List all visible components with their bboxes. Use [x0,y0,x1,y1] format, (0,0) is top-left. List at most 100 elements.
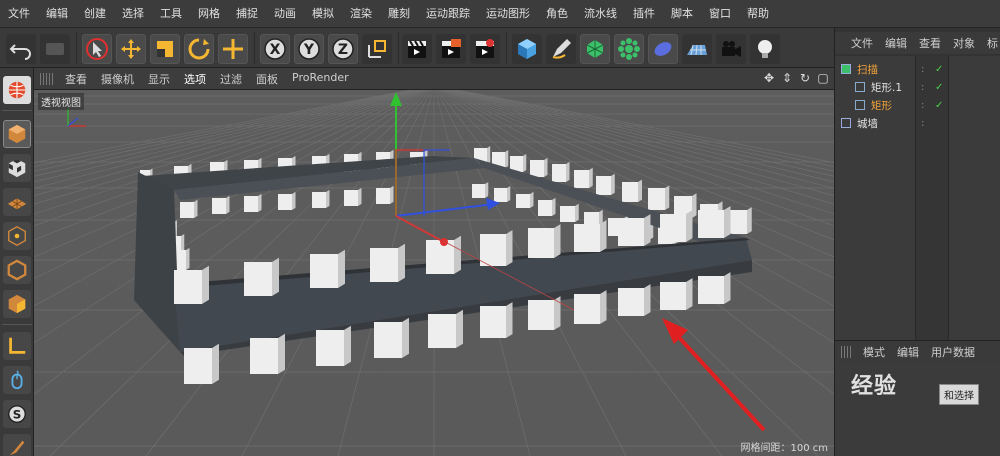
menu-item-17[interactable]: 窗口 [701,0,739,28]
edges-mode-button[interactable] [3,256,31,284]
object-name: 扫描 [857,63,878,76]
object-icon [841,64,851,74]
texture-mode-button[interactable] [3,154,31,182]
visibility-dots-icon[interactable]: : [921,118,924,129]
rotate-icon [188,38,210,60]
clapboard-icon [408,40,426,58]
menu-item-9[interactable]: 渲染 [342,0,380,28]
object-row[interactable]: 城墙: [835,114,1000,132]
attribute-manager-tab-1[interactable]: 编辑 [891,344,925,360]
object-manager-tab-4[interactable]: 标 [981,35,1000,51]
paint-tool-button[interactable] [3,434,31,456]
cloner-button[interactable] [614,34,644,64]
points-mode-button[interactable] [3,222,31,250]
menu-item-5[interactable]: 网格 [190,0,228,28]
wall-pillar [622,179,642,202]
menu-item-2[interactable]: 创建 [76,0,114,28]
pan-view-icon[interactable]: ✥ [762,71,776,85]
scene-canvas [34,90,834,456]
snap-s-icon: S [8,405,26,423]
menu-item-6[interactable]: 捕捉 [228,0,266,28]
model-mode-button[interactable] [3,120,31,148]
x-axis-lock-button[interactable]: X [260,34,290,64]
move-tool-button[interactable] [116,34,146,64]
attribute-manager-tab-2[interactable]: 用户数据 [925,344,981,360]
viewport-label: 透视视图 [38,93,84,110]
make-editable-button[interactable] [3,76,31,104]
object-manager-tab-0[interactable]: 文件 [845,35,879,51]
workplane-icon [7,198,27,210]
select-tool-button[interactable] [82,34,112,64]
viewport-menu-item-5[interactable]: 面板 [249,71,285,87]
menu-item-18[interactable]: 帮助 [739,0,777,28]
viewport-menu-item-0[interactable]: 查看 [58,71,94,87]
wall-pillar [596,173,615,195]
wall-pillar [552,161,570,182]
deformer-button[interactable] [648,34,678,64]
menu-item-15[interactable]: 插件 [625,0,663,28]
menu-item-13[interactable]: 角色 [538,0,576,28]
tooltip: 和选择 [939,384,979,405]
render-view-button[interactable] [402,34,432,64]
render-picture-icon [442,39,461,58]
menu-item-4[interactable]: 工具 [152,0,190,28]
snap-button[interactable]: S [3,400,31,428]
menu-item-8[interactable]: 模拟 [304,0,342,28]
redo-button[interactable] [40,34,70,64]
undo-button[interactable] [6,34,36,64]
scale-tool-button[interactable] [150,34,180,64]
transform-tool-button[interactable] [218,34,248,64]
panel-grip-icon [841,345,853,358]
viewport-menu-item-6[interactable]: ProRender [285,71,356,87]
menu-item-3[interactable]: 选择 [114,0,152,28]
visibility-dots-icon[interactable]: : [921,64,924,75]
menu-item-16[interactable]: 脚本 [663,0,701,28]
pen-spline-button[interactable] [546,34,576,64]
object-manager-tab-3[interactable]: 对象 [947,35,981,51]
object-manager-tab-1[interactable]: 编辑 [879,35,913,51]
render-settings-button[interactable] [470,34,500,64]
rotate-view-icon[interactable]: ↻ [798,71,812,85]
light-object-button[interactable] [750,34,780,64]
enabled-check-icon[interactable]: ✓ [935,82,943,93]
workplane-mode-button[interactable] [3,188,31,216]
viewport-menu-item-2[interactable]: 显示 [141,71,177,87]
visibility-dots-icon[interactable]: : [921,100,924,111]
object-row[interactable]: 矩形 ✓: [835,96,1000,114]
menu-item-0[interactable]: 文件 [0,0,38,28]
viewport-menu-item-4[interactable]: 过滤 [213,71,249,87]
z-axis-lock-button[interactable]: Z [328,34,358,64]
menu-item-14[interactable]: 流水线 [576,0,625,28]
coordinate-system-button[interactable] [362,34,392,64]
tweak-mode-button[interactable] [3,366,31,394]
menu-item-11[interactable]: 运动跟踪 [418,0,478,28]
enabled-check-icon[interactable]: ✓ [935,100,943,111]
attribute-manager-tab-0[interactable]: 模式 [857,344,891,360]
subdivision-surface-button[interactable] [580,34,610,64]
menu-item-12[interactable]: 运动图形 [478,0,538,28]
object-row[interactable]: 扫描 ✓: [835,60,1000,78]
viewport-menu-item-3[interactable]: 选项 [177,71,213,87]
visibility-dots-icon[interactable]: : [921,82,924,93]
polygons-mode-button[interactable] [3,290,31,318]
object-manager-tab-2[interactable]: 查看 [913,35,947,51]
perspective-viewport[interactable]: 透视视图 网格间距：100 cm [34,90,834,456]
menu-item-7[interactable]: 动画 [266,0,304,28]
axis-mode-button[interactable] [3,332,31,360]
viewport-menu-item-1[interactable]: 摄像机 [94,71,141,87]
object-row[interactable]: 矩形.1 ✓: [835,78,1000,96]
toggle-view-icon[interactable]: ▢ [816,71,830,85]
y-axis-lock-button[interactable]: Y [294,34,324,64]
enabled-check-icon[interactable]: ✓ [935,64,943,75]
dolly-view-icon[interactable]: ⇕ [780,71,794,85]
spline-icon [855,82,865,92]
camera-object-button[interactable] [716,34,746,64]
y-axis-icon: Y [298,38,320,60]
render-to-picture-viewer-button[interactable] [436,34,466,64]
floor-object-button[interactable] [682,34,712,64]
cube-object-button[interactable] [512,34,542,64]
rotate-tool-button[interactable] [184,34,214,64]
wall-pillar [472,182,489,198]
menu-item-1[interactable]: 编辑 [38,0,76,28]
menu-item-10[interactable]: 雕刻 [380,0,418,28]
